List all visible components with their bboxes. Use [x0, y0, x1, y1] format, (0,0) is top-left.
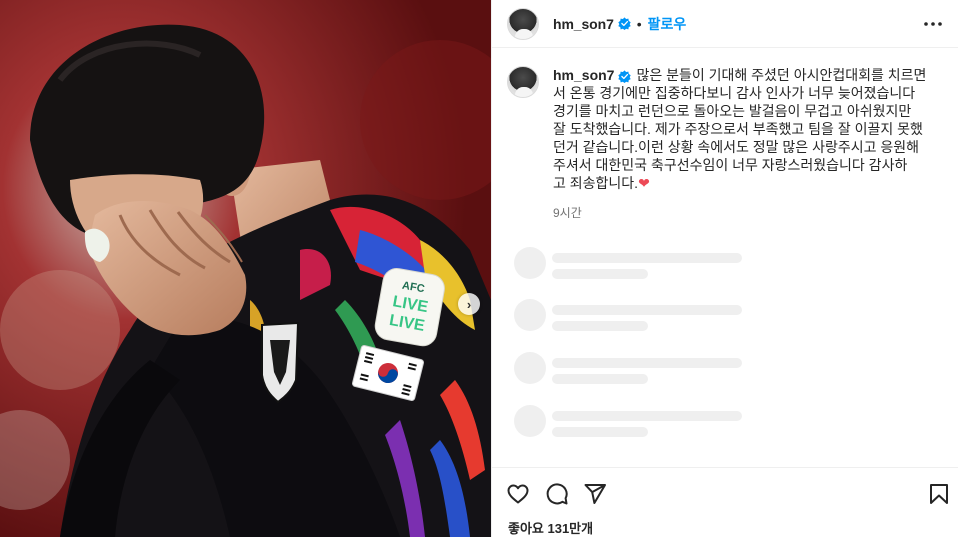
post-side-panel: hm_son7 • 팔로우 hm_son7 많은 분들이 기대해 주셨던 아시안… — [491, 0, 958, 537]
post-header: hm_son7 • 팔로우 — [492, 0, 958, 48]
player-photo: AFC LIVE LIVE — [0, 0, 491, 537]
caption-line-2: 서 온통 경기에만 집중하다보니 감사 인사가 너무 늦어졌습니다 — [553, 85, 916, 101]
action-bar: 좋아요 131만개 — [492, 467, 958, 537]
chevron-right-icon: › — [466, 296, 472, 312]
next-image-button[interactable]: › — [458, 293, 480, 315]
caption-line-3: 경기를 마치고 런던으로 돌아오는 발걸음이 무겁고 아쉬웠지만 — [553, 103, 912, 119]
verified-badge-icon — [618, 70, 632, 83]
follow-button[interactable]: 팔로우 — [648, 14, 687, 34]
bookmark-icon[interactable] — [927, 482, 951, 506]
caption-section: hm_son7 많은 분들이 기대해 주셨던 아시안컵대회를 치르면 서 온통 … — [507, 66, 947, 221]
caption-line-6: 주셔서 대한민국 축구선수임이 너무 자랑스러웠습니다 감사하 — [553, 157, 908, 173]
more-options-icon[interactable] — [923, 14, 943, 34]
caption: hm_son7 많은 분들이 기대해 주셨던 아시안컵대회를 치르면 서 온통 … — [553, 66, 943, 192]
send-icon[interactable] — [583, 482, 607, 506]
verified-badge-icon — [618, 17, 631, 30]
post-timestamp[interactable]: 9시간 — [553, 204, 947, 221]
caption-username[interactable]: hm_son7 — [553, 67, 614, 83]
caption-line-4: 잘 도착했습니다. 제가 주장으로서 부족했고 팀을 잘 이끌지 못했 — [553, 121, 923, 137]
header-username[interactable]: hm_son7 — [553, 16, 614, 32]
red-heart-emoji-icon: ❤ — [638, 175, 650, 191]
header-separator: • — [636, 15, 642, 32]
likes-count[interactable]: 좋아요 131만개 — [508, 518, 593, 537]
caption-line-5: 던거 같습니다.이런 상황 속에서도 정말 많은 사랑주시고 응원해 — [553, 139, 919, 155]
caption-avatar[interactable] — [507, 66, 539, 98]
avatar[interactable] — [507, 7, 539, 40]
caption-line-7: 고 죄송합니다. — [553, 175, 639, 191]
caption-line-1: 많은 분들이 기대해 주셨던 아시안컵대회를 치르면 — [636, 67, 927, 83]
heart-icon[interactable] — [506, 482, 530, 506]
post-image[interactable]: AFC LIVE LIVE › — [0, 0, 491, 537]
comment-icon[interactable] — [545, 482, 569, 506]
